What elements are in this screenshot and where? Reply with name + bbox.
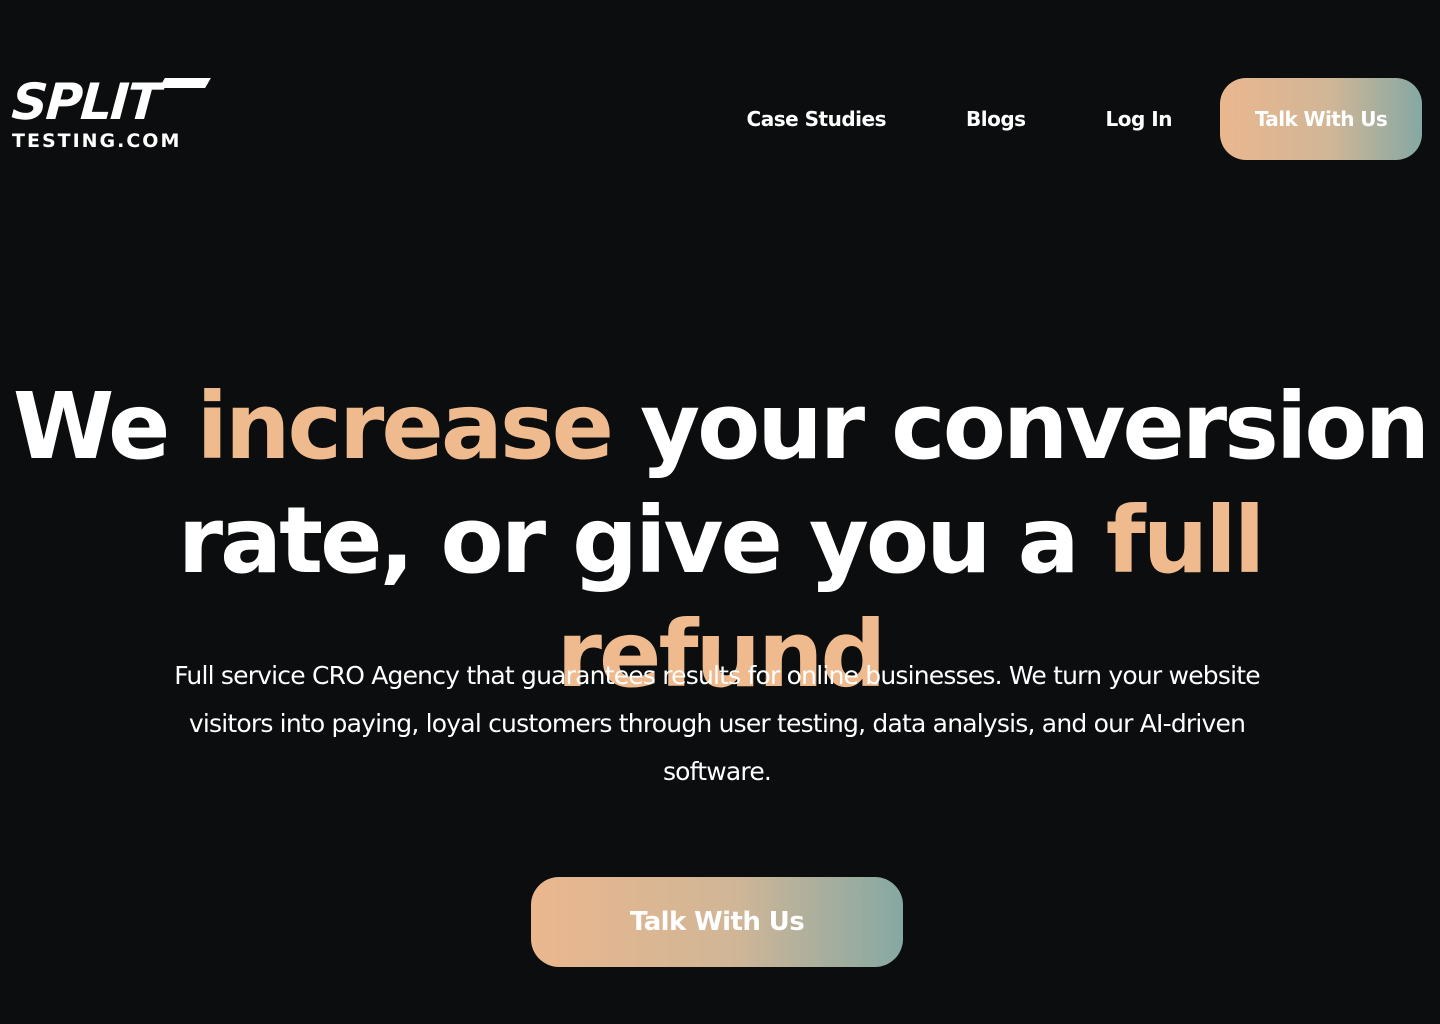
site-logo[interactable]: SPLIT TESTING.COM — [9, 73, 211, 156]
nav-link-case-studies[interactable]: Case Studies — [747, 107, 887, 131]
headline-accent-increase: increase — [196, 373, 614, 480]
talk-with-us-hero-button[interactable]: Talk With Us — [531, 877, 903, 967]
nav-link-blogs[interactable]: Blogs — [966, 107, 1026, 131]
landing-page: SPLIT TESTING.COM Case Studies Blogs Log… — [0, 0, 1440, 1024]
headline-part-1: We — [12, 373, 197, 480]
talk-with-us-nav-button[interactable]: Talk With Us — [1220, 78, 1422, 160]
hero-subtitle: Full service CRO Agency that guarantees … — [174, 661, 1260, 786]
top-navigation: Case Studies Blogs Log In Talk With Us — [747, 78, 1422, 160]
logo-wordmark-bottom: TESTING.COM — [12, 130, 182, 152]
logo-slash-mark — [159, 78, 211, 88]
nav-link-log-in[interactable]: Log In — [1106, 107, 1173, 131]
logo-wordmark-top: SPLIT — [9, 73, 162, 131]
